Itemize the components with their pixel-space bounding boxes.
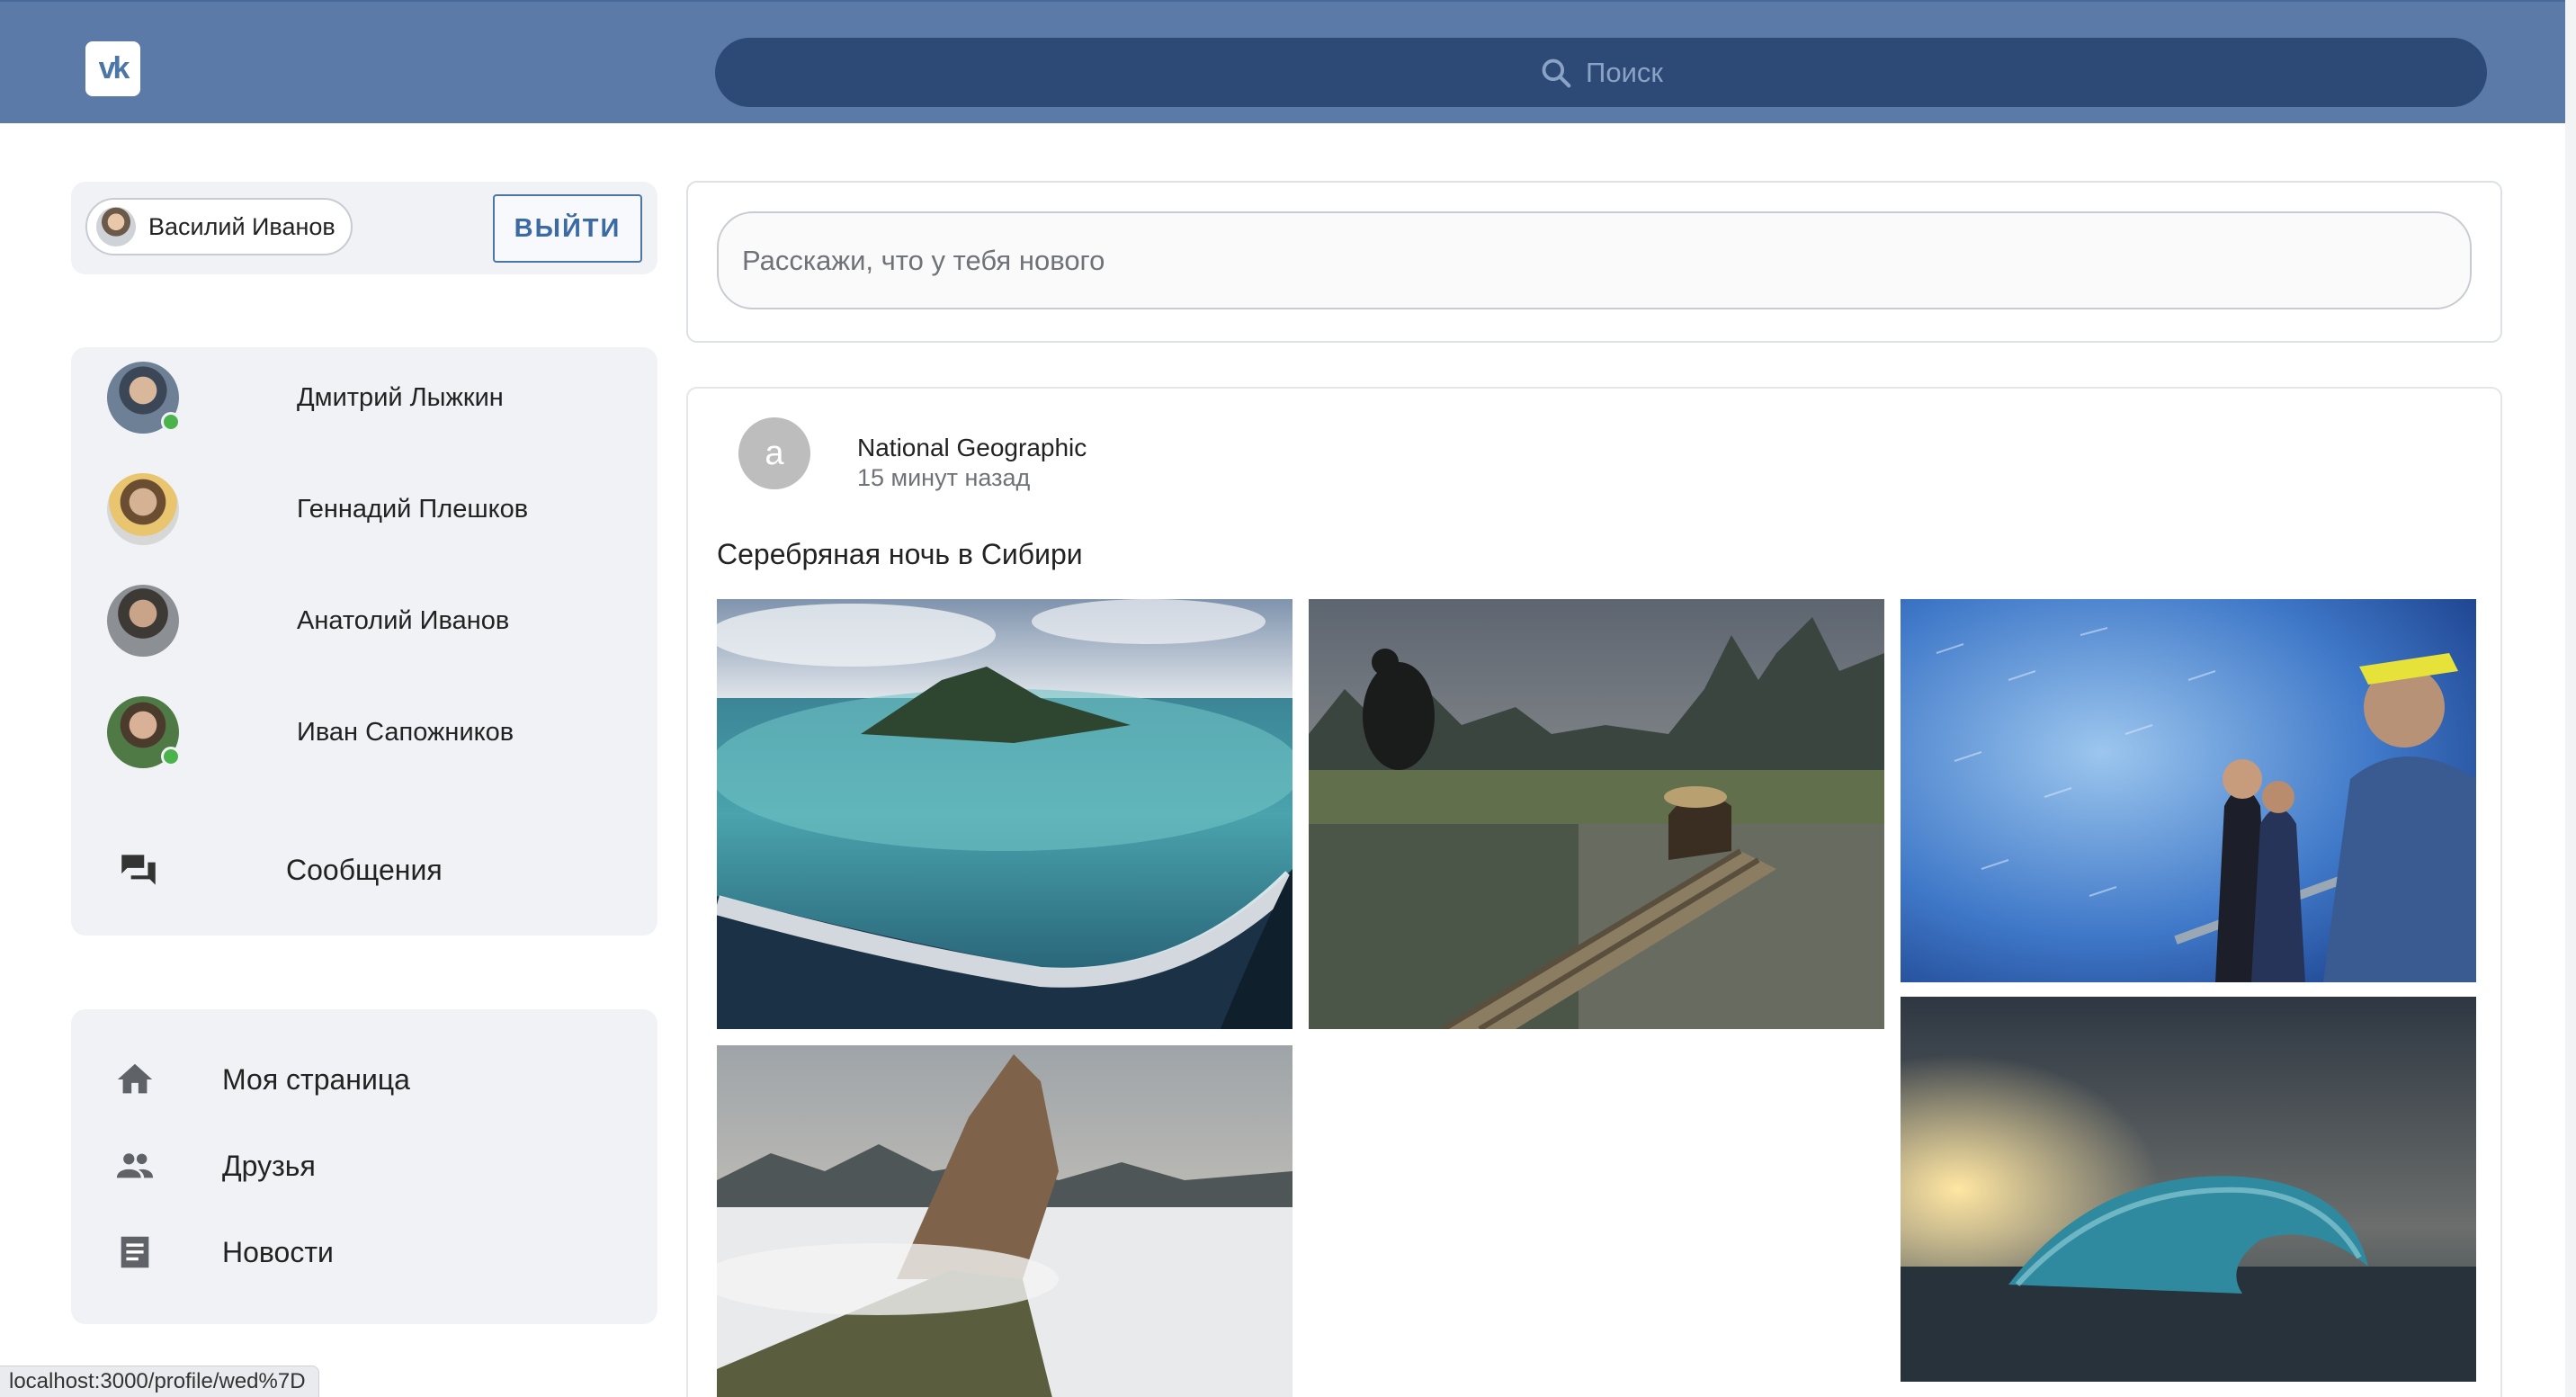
messages-label: Сообщения <box>286 853 443 886</box>
nav-item-my-page[interactable]: Моя страница <box>114 1054 410 1105</box>
friend-name: Анатолий Иванов <box>297 605 510 635</box>
friend-item[interactable]: Геннадий Плешков <box>107 473 528 545</box>
vk-logo[interactable]: vk <box>85 41 140 96</box>
friend-name: Иван Сапожников <box>297 717 514 747</box>
nav-label: Новости <box>222 1235 334 1268</box>
friend-name: Дмитрий Лыжкин <box>297 382 504 412</box>
friends-panel: Дмитрий Лыжкин Геннадий Плешков Анатолий… <box>71 347 657 936</box>
post-time[interactable]: 15 минут назад <box>857 464 1030 492</box>
post-composer <box>686 181 2502 343</box>
post-photo[interactable] <box>1309 599 1884 1029</box>
post-photo[interactable] <box>1901 599 2476 982</box>
online-indicator <box>161 747 181 766</box>
avatar <box>107 696 181 768</box>
search-input[interactable]: Поиск <box>715 38 2487 107</box>
post-author[interactable]: National Geographic <box>857 434 1087 462</box>
user-chip[interactable]: Василий Иванов <box>85 198 353 255</box>
user-name: Василий Иванов <box>148 212 335 240</box>
post-photo[interactable] <box>717 1045 1292 1397</box>
nav-label: Друзья <box>222 1149 316 1182</box>
friend-item[interactable]: Иван Сапожников <box>107 696 514 768</box>
online-indicator <box>161 412 181 432</box>
friend-item[interactable]: Дмитрий Лыжкин <box>107 362 504 434</box>
logo-text: vk <box>98 51 130 85</box>
logout-button[interactable]: ВЫЙТИ <box>493 194 642 263</box>
nav-label: Моя страница <box>222 1062 410 1096</box>
status-bar-url: localhost:3000/profile/wed%7D <box>0 1366 319 1397</box>
nav-item-friends[interactable]: Друзья <box>114 1141 316 1191</box>
window-edge <box>2565 0 2576 1397</box>
friend-name: Геннадий Плешков <box>297 494 529 524</box>
avatar <box>107 362 181 434</box>
avatar <box>96 207 136 246</box>
search-placeholder: Поиск <box>1586 56 1663 88</box>
avatar <box>107 473 179 545</box>
new-post-input[interactable] <box>717 211 2472 309</box>
main-nav-panel: Моя страница Друзья Новости <box>71 1009 657 1324</box>
messages-link[interactable]: Сообщения <box>116 845 443 895</box>
nav-item-news[interactable]: Новости <box>114 1227 334 1277</box>
current-user-panel: Василий Иванов ВЫЙТИ <box>71 182 657 274</box>
avatar <box>107 585 179 657</box>
chat-icon <box>121 855 156 885</box>
post-text: Серебряная ночь в Сибири <box>717 538 1083 570</box>
top-header: vk Поиск <box>0 0 2576 123</box>
article-icon <box>121 1236 149 1268</box>
post-photo[interactable] <box>1901 997 2476 1382</box>
post-photo[interactable] <box>717 599 1292 1029</box>
search-icon <box>1542 58 1571 87</box>
friend-item[interactable]: Анатолий Иванов <box>107 585 509 657</box>
post-avatar[interactable]: a <box>738 417 810 489</box>
home-icon <box>117 1063 153 1094</box>
feed-post: a National Geographic 15 минут назад Сер… <box>686 387 2502 1397</box>
people-icon <box>116 1153 154 1178</box>
